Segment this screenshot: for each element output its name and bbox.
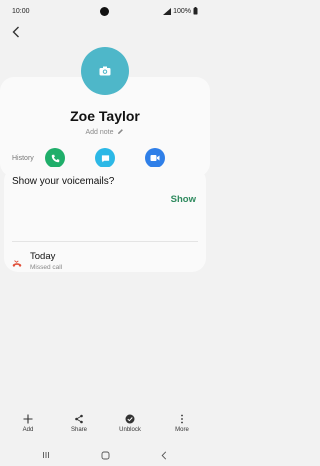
call-button[interactable]: [45, 148, 65, 168]
back-arrow-icon: [161, 450, 167, 460]
more-vertical-icon: [181, 414, 183, 424]
recent-apps-button[interactable]: [39, 448, 53, 462]
recent-apps-icon: [43, 452, 49, 458]
chat-bubble-icon: [101, 154, 109, 162]
system-navigation-bar: [0, 444, 210, 466]
chevron-left-icon: [12, 26, 19, 38]
contact-avatar[interactable]: [81, 47, 129, 95]
video-camera-icon: [150, 155, 160, 161]
call-log-type: Missed call: [30, 264, 63, 271]
battery-percent: 100%: [173, 7, 191, 15]
history-section-label: History: [12, 155, 34, 162]
show-voicemails-button[interactable]: Show: [171, 194, 196, 205]
add-button[interactable]: Add: [8, 414, 48, 433]
battery-icon: [193, 7, 198, 15]
unblock-label: Unblock: [119, 427, 141, 433]
system-back-button[interactable]: [157, 448, 171, 462]
bottom-action-bar: Add Share Unblock More: [0, 414, 210, 442]
back-button[interactable]: [8, 24, 24, 40]
plus-icon: [23, 414, 33, 424]
divider: [12, 241, 198, 242]
clock: 10:00: [12, 7, 30, 15]
unblock-button[interactable]: Unblock: [110, 414, 150, 433]
history-card: Show your voicemails? Show Today Missed …: [4, 167, 206, 272]
more-label: More: [175, 427, 189, 433]
status-indicators: 100%: [163, 7, 198, 15]
home-button[interactable]: [98, 448, 112, 462]
camera-cutout: [100, 7, 109, 16]
video-call-button[interactable]: [145, 148, 165, 168]
signal-icon: [163, 7, 172, 15]
contact-name: Zoe Taylor: [70, 108, 140, 124]
home-icon: [101, 451, 109, 459]
more-button[interactable]: More: [162, 414, 202, 433]
message-button[interactable]: [95, 148, 115, 168]
add-label: Add: [22, 427, 34, 433]
missed-call-icon: [12, 255, 22, 273]
share-label: Share: [70, 427, 87, 433]
share-button[interactable]: Share: [59, 414, 99, 433]
share-icon: [75, 414, 83, 424]
add-note-link[interactable]: Add note: [0, 128, 210, 136]
pencil-icon: [118, 129, 124, 134]
call-log-date: Today: [30, 251, 56, 262]
camera-icon: [99, 66, 111, 76]
check-circle-icon: [125, 414, 135, 424]
voicemail-prompt: Show your voicemails?: [12, 176, 115, 187]
add-note-label: Add note: [85, 129, 114, 136]
phone-icon: [51, 154, 59, 162]
